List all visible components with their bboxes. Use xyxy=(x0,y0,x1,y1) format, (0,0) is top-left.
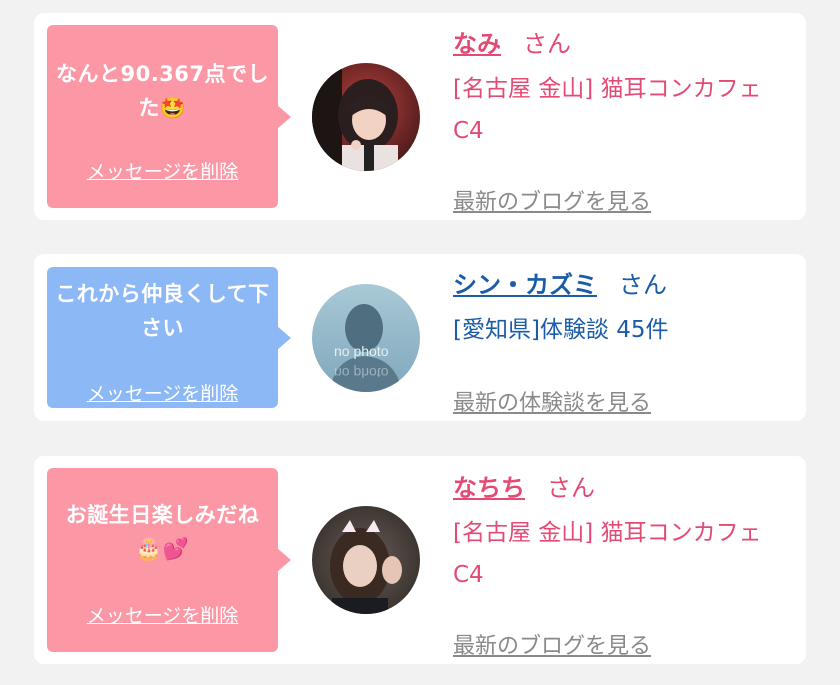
shop-label[interactable]: [名古屋 金山] 猫耳コンカフェ C4 xyxy=(453,68,790,152)
message-text: なんと90.367点でした🤩 xyxy=(55,62,270,120)
avatar[interactable] xyxy=(312,63,420,171)
sender-info: シン・カズミ さん [愛知県]体験談 45件 最新の体験談を見る xyxy=(453,268,790,416)
delete-message-link[interactable]: メッセージを削除 xyxy=(47,157,278,184)
svg-text:no photo: no photo xyxy=(334,365,389,381)
honorific: さん xyxy=(619,271,667,299)
profile-photo-icon xyxy=(312,506,420,614)
sender-name-link[interactable]: なちち xyxy=(453,474,525,502)
shop-label[interactable]: [名古屋 金山] 猫耳コンカフェ C4 xyxy=(453,512,790,596)
avatar[interactable] xyxy=(312,506,420,614)
sender-info: なみ さん [名古屋 金山] 猫耳コンカフェ C4 最新のブログを見る xyxy=(453,27,790,215)
honorific: さん xyxy=(547,474,595,502)
no-photo-silhouette-icon: no photo no photo xyxy=(312,284,420,392)
message-list: なんと90.367点でした🤩 メッセージを削除 なみ さん [名古屋 金山] 猫… xyxy=(0,0,840,685)
delete-message-link[interactable]: メッセージを削除 xyxy=(47,601,278,628)
latest-blog-link[interactable]: 最新のブログを見る xyxy=(453,628,651,660)
honorific: さん xyxy=(523,30,571,58)
avatar[interactable]: no photo no photo xyxy=(312,284,420,392)
message-text: お誕生日楽しみだね🎂💕 xyxy=(65,503,260,561)
message-bubble: お誕生日楽しみだね🎂💕 メッセージを削除 xyxy=(47,468,291,652)
message-card: なんと90.367点でした🤩 メッセージを削除 なみ さん [名古屋 金山] 猫… xyxy=(34,13,806,220)
message-text: これから仲良くして下さい xyxy=(55,282,270,340)
profile-photo-icon xyxy=(312,63,420,171)
review-count-label[interactable]: [愛知県]体験談 45件 xyxy=(453,309,790,351)
message-bubble: なんと90.367点でした🤩 メッセージを削除 xyxy=(47,25,291,208)
sender-info: なちち さん [名古屋 金山] 猫耳コンカフェ C4 最新のブログを見る xyxy=(453,471,790,659)
latest-review-link[interactable]: 最新の体験談を見る xyxy=(453,385,651,417)
message-card: お誕生日楽しみだね🎂💕 メッセージを削除 なちち さん [名古屋 金山] 猫耳コ… xyxy=(34,456,806,664)
sender-name-link[interactable]: シン・カズミ xyxy=(453,271,597,299)
message-card: これから仲良くして下さい メッセージを削除 no photo no photo xyxy=(34,254,806,421)
message-bubble: これから仲良くして下さい メッセージを削除 xyxy=(47,267,291,408)
no-photo-text: no photo xyxy=(334,343,389,359)
delete-message-link[interactable]: メッセージを削除 xyxy=(47,379,278,406)
sender-name-link[interactable]: なみ xyxy=(453,30,501,58)
latest-blog-link[interactable]: 最新のブログを見る xyxy=(453,184,651,216)
